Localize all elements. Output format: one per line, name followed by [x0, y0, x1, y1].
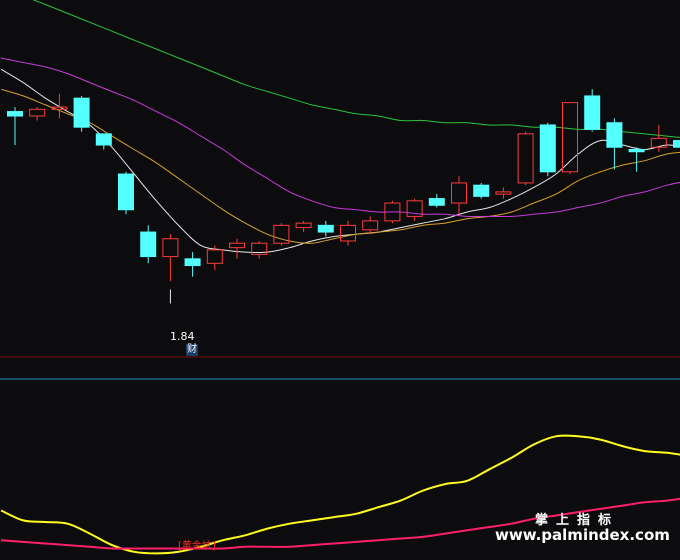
- candle: [340, 220, 356, 246]
- candle: [495, 187, 512, 199]
- candle: [428, 194, 445, 208]
- candle: [473, 182, 490, 199]
- candle-body: [73, 97, 90, 128]
- candle-body: [229, 242, 245, 249]
- candle: [584, 89, 601, 132]
- candle-body: [517, 133, 534, 184]
- candle: [362, 216, 379, 235]
- candlesticks: [7, 89, 680, 282]
- candle-body: [673, 140, 680, 148]
- candle-body: [495, 191, 512, 195]
- candle-body: [206, 249, 223, 264]
- candle: [118, 171, 134, 215]
- candle-body: [7, 111, 23, 117]
- candle: [95, 133, 112, 150]
- candle: [140, 225, 157, 264]
- candle: [51, 93, 68, 119]
- candle-body: [162, 238, 179, 258]
- candle: [539, 122, 556, 177]
- candle-body: [539, 124, 556, 173]
- candle: [451, 176, 467, 215]
- candle: [406, 198, 423, 221]
- ma-line-green: [32, 0, 680, 138]
- candle: [517, 131, 534, 186]
- candle: [295, 220, 312, 233]
- candle: [628, 147, 645, 172]
- stock-chart[interactable]: [0, 0, 680, 560]
- candle: [317, 220, 334, 237]
- candle-body: [473, 184, 490, 197]
- candle-body: [118, 173, 134, 211]
- candle: [562, 102, 578, 175]
- golden-pit-signal-label: [黄金坑]: [178, 541, 216, 552]
- candle-body: [628, 148, 645, 153]
- moving-average-lines: [0, 0, 680, 254]
- candle: [7, 107, 23, 146]
- candle-body: [29, 108, 46, 117]
- candle-body: [140, 231, 157, 258]
- candle-body: [340, 224, 356, 242]
- watermark-url: www.palmindex.com: [495, 526, 670, 544]
- candle: [229, 238, 245, 259]
- candle-body: [584, 95, 601, 130]
- candle-body: [362, 220, 379, 231]
- candle-body: [295, 222, 312, 229]
- candle: [251, 240, 268, 259]
- candle: [273, 223, 290, 246]
- candle-body: [428, 198, 445, 206]
- candle-body: [606, 122, 623, 148]
- candle: [673, 140, 680, 148]
- candle: [650, 124, 667, 152]
- candle: [162, 234, 179, 282]
- candle-body: [317, 224, 334, 233]
- candle-body: [650, 137, 667, 148]
- candle: [606, 118, 623, 170]
- candle-body: [451, 182, 467, 204]
- ma-line-orange: [0, 88, 680, 244]
- candle: [73, 95, 90, 132]
- candle: [184, 252, 201, 277]
- financial-report-badge[interactable]: 财: [186, 344, 198, 356]
- low-price-label: 1.84: [170, 330, 195, 343]
- candle-body: [95, 133, 112, 146]
- candle-body: [184, 258, 201, 267]
- candle: [29, 107, 46, 121]
